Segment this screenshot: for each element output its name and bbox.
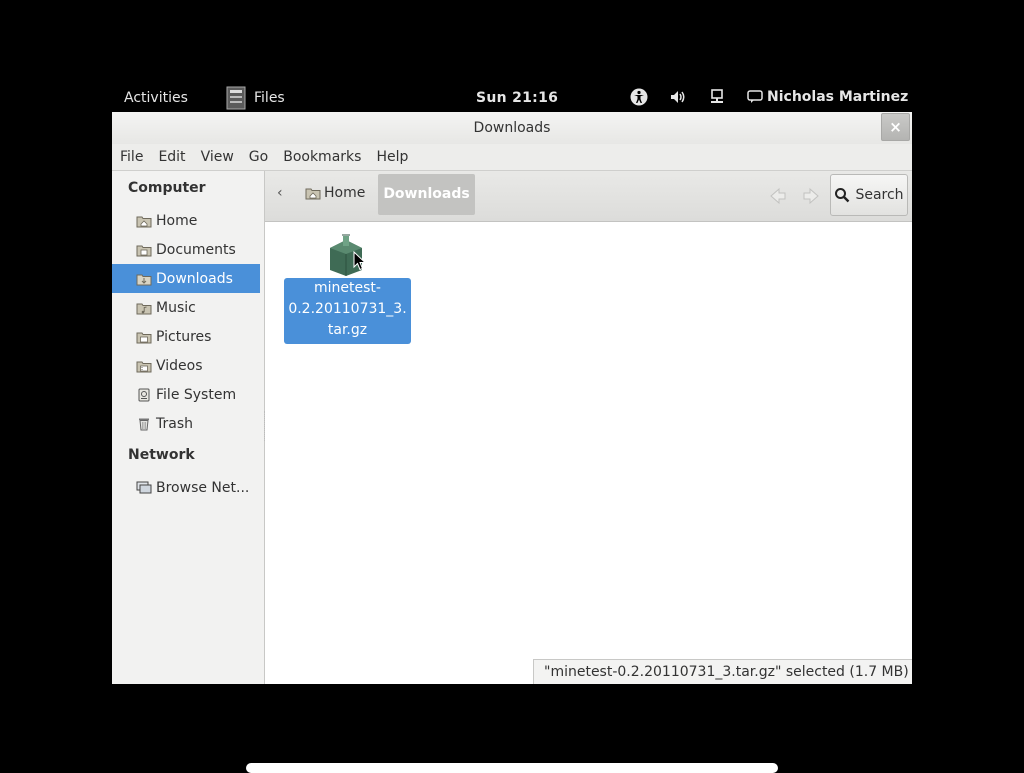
folder-icon bbox=[136, 274, 152, 285]
user-name: Nicholas Martinez bbox=[767, 89, 909, 105]
folder-icon bbox=[136, 303, 152, 314]
home-folder-icon bbox=[305, 188, 321, 200]
user-menu[interactable]: Nicholas Martinez bbox=[747, 89, 908, 105]
file-item-label[interactable]: minetest- 0.2.20110731_3. tar.gz bbox=[284, 278, 411, 344]
sidebar-heading-computer: Computer bbox=[128, 180, 206, 196]
sidebar-item-label: Browse Net... bbox=[156, 479, 250, 496]
app-menu[interactable]: Files bbox=[226, 85, 285, 111]
menu-help[interactable]: Help bbox=[376, 149, 408, 165]
sidebar-item-label: Home bbox=[156, 212, 198, 229]
sidebar-item-music[interactable]: Music bbox=[112, 293, 260, 322]
file-name-line: tar.gz bbox=[327, 322, 368, 338]
volume-icon[interactable] bbox=[669, 88, 687, 106]
sidebar-item-label: Pictures bbox=[156, 328, 212, 345]
sidebar-item-label: Downloads bbox=[156, 270, 233, 287]
sidebar-item-label: Trash bbox=[156, 415, 193, 432]
title-bar[interactable]: Downloads × bbox=[112, 112, 912, 144]
sidebar-heading-network: Network bbox=[128, 447, 195, 463]
window-title: Downloads bbox=[473, 120, 551, 136]
sidebar-item-trash[interactable]: Trash bbox=[112, 409, 260, 438]
network-browse-icon bbox=[136, 481, 152, 493]
home-folder-icon bbox=[136, 216, 152, 227]
file-name-line: 0.2.20110731_3. bbox=[288, 301, 407, 317]
status-area[interactable]: Nicholas Martinez bbox=[630, 88, 908, 106]
drive-icon bbox=[138, 388, 150, 401]
menu-file[interactable]: File bbox=[120, 149, 143, 165]
menu-bar: File Edit View Go Bookmarks Help bbox=[112, 144, 912, 171]
search-button[interactable]: Search bbox=[830, 174, 908, 216]
accessibility-icon[interactable] bbox=[630, 88, 648, 106]
activities-button[interactable]: Activities bbox=[124, 90, 188, 106]
sidebar-item-home[interactable]: Home bbox=[112, 206, 260, 235]
sidebar-item-documents[interactable]: Documents bbox=[112, 235, 260, 264]
file-name-line: minetest- bbox=[314, 280, 381, 296]
breadcrumb-home-label: Home bbox=[324, 185, 366, 201]
back-arrow-icon[interactable] bbox=[765, 185, 789, 207]
sidebar-item-pictures[interactable]: Pictures bbox=[112, 322, 260, 351]
sidebar-item-downloads[interactable]: Downloads bbox=[112, 264, 260, 293]
mouse-cursor-icon bbox=[353, 251, 367, 271]
top-bar: Activities Files Sun 21:16 Nicholas Mart… bbox=[112, 84, 912, 112]
bottom-edge bbox=[246, 763, 778, 773]
sidebar-item-label: Videos bbox=[156, 357, 203, 374]
clock[interactable]: Sun 21:16 bbox=[476, 90, 558, 106]
folder-icon bbox=[136, 361, 152, 372]
file-view[interactable]: minetest- 0.2.20110731_3. tar.gz bbox=[265, 222, 912, 684]
status-bar: "minetest-0.2.20110731_3.tar.gz" selecte… bbox=[533, 659, 912, 684]
sidebar-item-label: Music bbox=[156, 299, 196, 316]
forward-arrow-icon[interactable] bbox=[800, 185, 824, 207]
search-button-label: Search bbox=[855, 187, 904, 203]
sidebar-item-file-system[interactable]: File System bbox=[112, 380, 260, 409]
sidebar: Computer Home Documents Downloads Music … bbox=[112, 171, 265, 684]
folder-icon bbox=[136, 245, 152, 256]
sidebar-item-videos[interactable]: Videos bbox=[112, 351, 260, 380]
close-button[interactable]: × bbox=[881, 113, 910, 141]
menu-go[interactable]: Go bbox=[249, 149, 268, 165]
close-icon: × bbox=[889, 118, 902, 136]
app-menu-label: Files bbox=[254, 90, 285, 106]
search-icon bbox=[835, 188, 850, 203]
files-window: Downloads × File Edit View Go Bookmarks … bbox=[112, 112, 912, 684]
menu-bookmarks[interactable]: Bookmarks bbox=[283, 149, 361, 165]
trash-icon bbox=[139, 418, 149, 430]
menu-view[interactable]: View bbox=[201, 149, 234, 165]
path-back-button[interactable]: ‹ bbox=[277, 185, 287, 201]
breadcrumb-downloads[interactable]: Downloads bbox=[378, 174, 475, 215]
menu-edit[interactable]: Edit bbox=[158, 149, 185, 165]
network-icon[interactable] bbox=[708, 88, 726, 106]
sidebar-item-label: File System bbox=[156, 386, 237, 403]
toolbar: ‹ Home Downloads Search bbox=[265, 171, 912, 222]
folder-icon bbox=[136, 332, 152, 343]
breadcrumb-home[interactable]: Home bbox=[305, 185, 365, 201]
sidebar-item-label: Documents bbox=[156, 241, 236, 258]
files-app-icon bbox=[226, 86, 246, 110]
sidebar-item-browse-network[interactable]: Browse Net... bbox=[112, 473, 260, 502]
chat-status-icon bbox=[747, 90, 763, 103]
